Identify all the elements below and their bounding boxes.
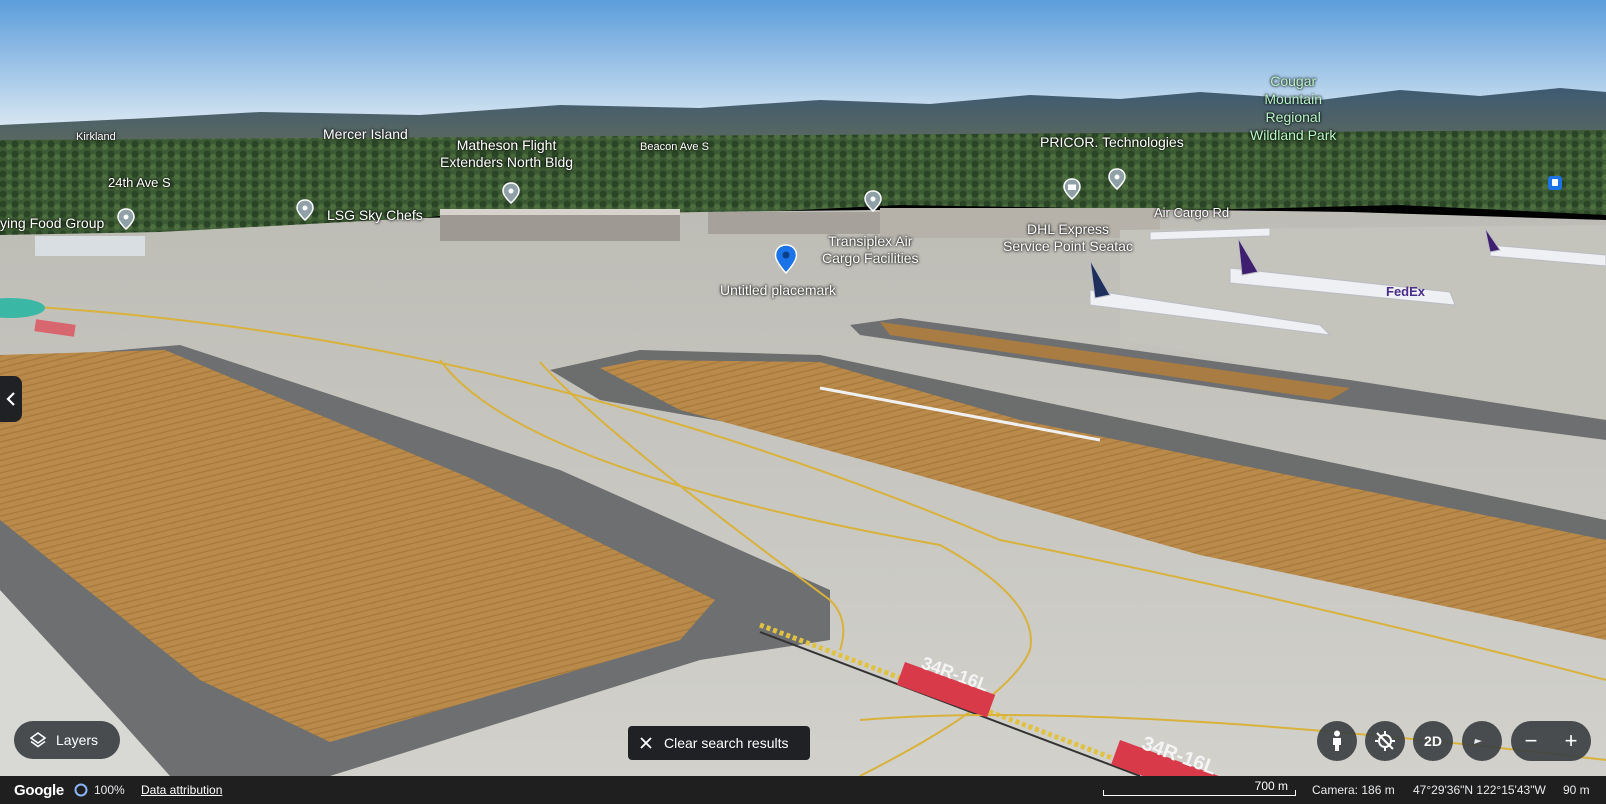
plus-icon: + [1564,728,1578,753]
layers-icon [30,732,46,748]
google-logo: Google [14,781,64,799]
clear-search-label: Clear search results [664,735,789,751]
label-untitled-placemark[interactable]: Untitled placemark [720,282,836,299]
label-pricor[interactable]: PRICOR. Technologies [1040,134,1184,151]
poi-pin-icon[interactable] [117,208,135,230]
label-dhl-express[interactable]: DHL Express Service Point Seatac [1003,221,1133,255]
poi-pin-icon[interactable] [502,182,520,204]
aerial-3d-scene [0,0,1606,776]
label-transiplex[interactable]: Transiplex Air Cargo Facilities [822,233,918,267]
poi-pin-icon[interactable] [1108,168,1126,190]
view-2d-button[interactable]: 2D [1413,721,1453,761]
cursor-coordinates: 47°29'36"N 122°15'43"W [1413,783,1546,797]
poi-pin-icon[interactable] [864,190,882,212]
gps-off-icon [1375,731,1395,751]
fedex-livery: FedEx [1386,284,1426,299]
pegman-icon [1333,730,1341,751]
label-cougar-mountain[interactable]: Cougar Mountain Regional Wildland Park [1250,72,1336,144]
label-kirkland[interactable]: Kirkland [76,129,116,146]
camera-altitude: Camera: 186 m [1312,783,1395,797]
tilt-toggle-button[interactable] [1365,721,1405,761]
street-view-button[interactable] [1317,721,1357,761]
poi-pin-icon[interactable] [296,199,314,221]
compass-icon [1474,739,1490,744]
loading-indicator: 100% [74,783,125,797]
clear-search-results-button[interactable]: Clear search results [628,726,810,760]
map-view[interactable]: Kirkland Mercer Island Matheson Flight E… [0,0,1606,776]
mail-pin-icon[interactable] [1063,178,1081,200]
side-panel-toggle[interactable] [0,376,22,422]
label-mercer-island[interactable]: Mercer Island [323,126,408,143]
close-icon [640,737,652,749]
placemark-pin-icon[interactable] [774,244,798,274]
layers-button[interactable]: Layers [14,721,120,759]
label-24th-ave[interactable]: 24th Ave S [108,174,171,191]
status-bar: Google 100% Data attribution 700 m Camer… [0,776,1606,804]
loading-ring-icon [74,783,88,797]
minus-icon: − [1524,728,1538,753]
zoom-out-button[interactable]: − [1511,721,1551,761]
label-lsg-sky-chefs[interactable]: LSG Sky Chefs [327,207,423,224]
elevation: 90 m [1563,783,1590,797]
chevron-left-icon [6,392,15,406]
layers-label: Layers [56,732,99,748]
scale-bar-line [1103,790,1296,796]
label-flying-food-group[interactable]: ying Food Group [0,215,104,232]
zoom-controls: − + [1511,721,1591,761]
loading-percent: 100% [94,783,125,797]
data-attribution-link[interactable]: Data attribution [141,783,222,797]
label-beacon-ave[interactable]: Beacon Ave S [640,139,709,156]
transit-icon[interactable] [1548,176,1562,190]
compass-button[interactable] [1462,721,1502,761]
zoom-in-button[interactable]: + [1551,721,1591,761]
scale-bar[interactable]: 700 m [1103,779,1296,796]
label-air-cargo-rd[interactable]: Air Cargo Rd [1154,204,1229,221]
label-matheson-flight[interactable]: Matheson Flight Extenders North Bldg [440,137,573,171]
